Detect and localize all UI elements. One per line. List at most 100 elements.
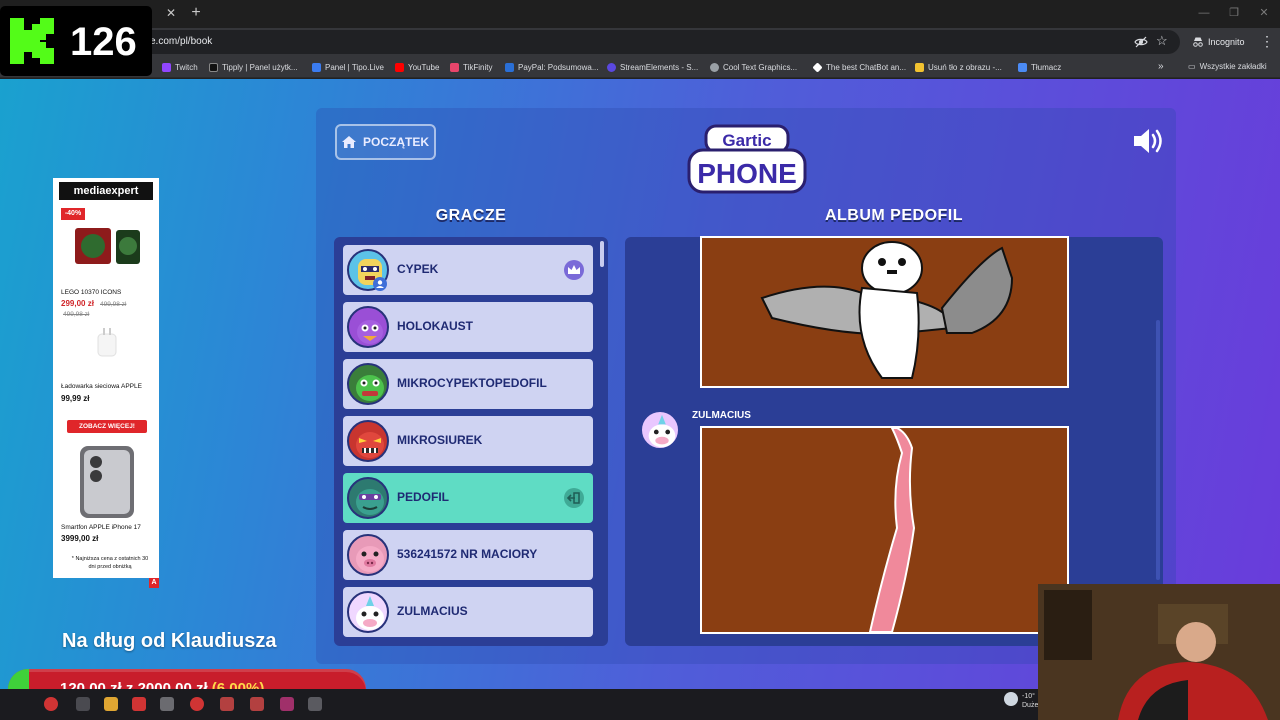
player-name: MIKROSIUREK [397,433,483,447]
bookmark-twitch[interactable]: Twitch [162,60,198,74]
folder-icon: ▭ [1188,62,1196,71]
album-author-name: ZULMACIUS [692,410,751,421]
ad-choices-icon[interactable]: A [149,578,159,588]
players-title: GRACZE [435,207,507,224]
album-drawing [700,426,1069,634]
restore-icon[interactable]: ❐ [1226,6,1242,20]
ad-product-price: 299,00 zł [61,299,94,308]
url-text[interactable]: e.com/pl/book [150,35,212,49]
minimize-icon[interactable]: — [1196,6,1212,20]
paypal-icon [505,62,514,72]
player-name: 536241572 NR MACIORY [397,547,538,561]
viewer-count: 126 [70,20,137,64]
browser-menu-icon[interactable]: ⋮ [1260,33,1274,49]
player-row[interactable]: CYPEK [343,245,593,295]
exit-icon[interactable] [564,488,584,508]
kick-logo-icon [8,16,58,66]
bookmark-chatbot[interactable]: The best ChatBot an... [812,60,906,74]
bookmark-cooltext[interactable]: Cool Text Graphics... [710,60,797,74]
player-avatar [347,306,389,348]
webcam-overlay [1038,584,1280,720]
bookmark-star-icon[interactable]: ☆ [1156,33,1168,49]
tipply-icon [209,62,218,72]
bookmark-youtube[interactable]: YouTube [395,60,439,74]
album-scrollbar[interactable] [1156,320,1160,580]
eye-off-icon[interactable] [1134,35,1148,49]
home-button-label: POCZĄTEK [363,135,429,149]
taskbar-app-icon[interactable] [132,697,146,711]
taskbar-app-icon[interactable] [250,697,264,711]
weather-icon[interactable] [1004,692,1018,706]
taskbar-app-icon[interactable] [44,697,58,711]
weather-desc: Duże [1022,702,1039,709]
speaker-icon[interactable] [1132,126,1166,156]
address-bar[interactable] [140,30,1180,54]
taskbar-app-icon[interactable] [308,697,322,711]
player-avatar [347,363,389,405]
remove-bg-icon [915,62,924,72]
home-icon [342,136,356,148]
ad-product-price: 99,99 zł [61,394,90,403]
bookmark-tikfinity[interactable]: TikFinity [450,60,492,74]
taskbar-app-icon[interactable] [220,697,234,711]
player-row[interactable]: ZULMACIUS [343,587,593,637]
gartic-phone-logo: Gartic PHONE [687,124,807,194]
player-row[interactable]: HOLOKAUST [343,302,593,352]
weather-text[interactable]: -10° Duże [1022,692,1038,710]
chatbot-icon [812,61,823,73]
bookmark-tipply[interactable]: Tipply | Panel użytk... [209,60,298,74]
home-button[interactable]: POCZĄTEK [335,124,436,160]
new-tab-button[interactable]: + [188,4,204,22]
ad-old-price: 499,98 zł [100,301,127,308]
ad-discount-badge: -40% [61,208,85,220]
crown-icon [564,260,584,280]
player-name: HOLOKAUST [397,319,473,333]
ad-product-name: Ładowarka sieciowa APPLE [61,383,142,390]
player-name: ZULMACIUS [397,604,468,618]
taskbar-app-icon[interactable] [76,697,90,711]
bookmarks-overflow-icon[interactable]: » [1158,60,1164,74]
ad-product-price: 3999,00 zł [61,534,99,543]
player-row-active[interactable]: PEDOFIL [343,473,593,523]
album-author-avatar [640,410,680,450]
tikfinity-icon [450,62,459,72]
ad-old-price: 499,98 zł [63,311,90,318]
player-name: CYPEK [397,262,439,276]
tab-close-icon[interactable]: ✕ [164,6,178,20]
players-list: CYPEK HOLOKAUST MIKROCYPEKTOPEDOFIL MIKR… [334,237,608,646]
ad-product-image-charger [92,326,122,360]
player-row[interactable]: MIKROCYPEKTOPEDOFIL [343,359,593,409]
close-window-icon[interactable]: ✕ [1256,6,1272,20]
bookmark-streamelements[interactable]: StreamElements - S... [607,60,698,74]
taskbar-app-icon[interactable] [190,697,204,711]
youtube-icon [395,62,404,72]
tipo-icon [312,62,321,72]
player-row[interactable]: MIKROSIUREK [343,416,593,466]
donation-goal-title: Na dług od Klaudiusza [62,630,277,652]
translate-icon [1018,62,1027,72]
player-avatar [347,534,389,576]
bookmark-paypal[interactable]: PayPal: Podsumowa... [505,60,598,74]
logo-gartic-text: Gartic [722,131,771,150]
players-scrollbar[interactable] [600,241,604,267]
user-icon [373,277,387,291]
ad-product-image-iphone [76,444,138,520]
incognito-label: Incognito [1208,37,1245,47]
player-row[interactable]: 536241572 NR MACIORY [343,530,593,580]
player-avatar [347,591,389,633]
album-drawing [700,236,1069,388]
player-name: MIKROCYPEKTOPEDOFIL [397,376,547,390]
bookmark-translate[interactable]: Tłumacz [1018,60,1061,74]
folder-icon[interactable] [104,697,118,711]
weather-temp: -10° [1022,693,1035,700]
incognito-icon [1193,37,1203,47]
bookmark-remove-bg[interactable]: Usuń tło z obrazu -... [915,60,1002,74]
ad-footnote: dni przed obniżką [88,564,132,570]
all-bookmarks-folder[interactable]: ▭ Wszystkie zakładki [1188,60,1267,74]
taskbar-app-icon[interactable] [280,697,294,711]
player-name: PEDOFIL [397,490,450,504]
bookmark-tipo[interactable]: Panel | Tipo.Live [312,60,384,74]
ad-cta-button[interactable]: ZOBACZ WIĘCEJ! [67,420,147,433]
ad-product-name: Smartfon APPLE iPhone 17 [61,524,141,531]
taskbar-app-icon[interactable] [160,697,174,711]
